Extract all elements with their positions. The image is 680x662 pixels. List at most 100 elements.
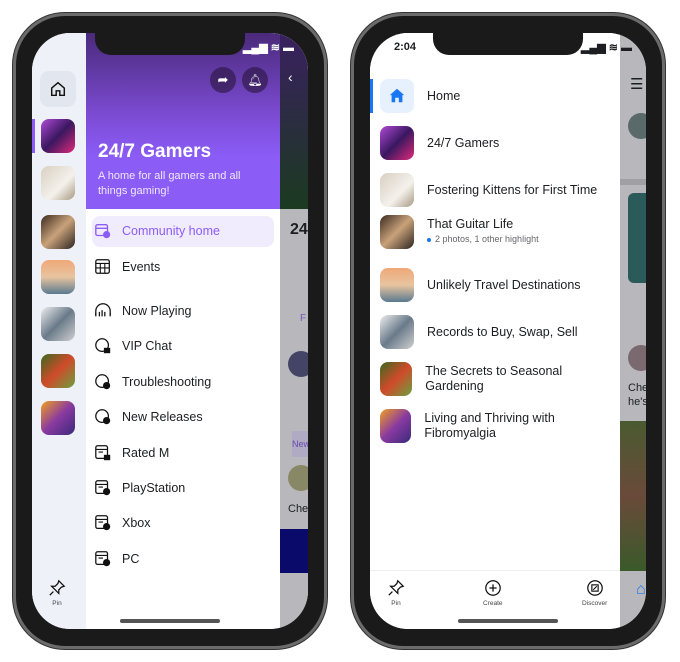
- menu-item-label: Troubleshooting: [122, 375, 212, 389]
- community-item[interactable]: Records to Buy, Swap, Sell: [380, 315, 614, 349]
- calendar-icon: [95, 259, 110, 274]
- community-thumb[interactable]: [41, 354, 75, 388]
- chat-globe-icon: [95, 374, 111, 390]
- forum-globe-icon: [95, 515, 111, 531]
- community-name: That Guitar Life: [427, 217, 514, 231]
- peek-tag: F: [300, 313, 307, 324]
- community-drawer: ➦ 🔔︎ 24/7 Gamers A home for all gamers a…: [86, 33, 280, 629]
- community-name: Fostering Kittens for First Time: [427, 182, 598, 197]
- peek-title: 24: [290, 221, 308, 238]
- menu-item-xbox[interactable]: Xbox: [94, 508, 151, 538]
- community-name: Unlikely Travel Destinations: [427, 277, 581, 292]
- community-thumb: [380, 362, 413, 396]
- tab-label: Create: [483, 600, 503, 607]
- tab-create[interactable]: Create: [483, 579, 503, 607]
- menu-icon[interactable]: ☰: [630, 75, 643, 93]
- community-activity: 2 photos, 1 other highlight: [427, 232, 539, 247]
- tab-pin[interactable]: Pin: [387, 579, 405, 607]
- menu-item-rated-m[interactable]: Rated M: [94, 438, 169, 468]
- home-button: [380, 79, 414, 113]
- menu-item-troubleshooting[interactable]: Troubleshooting: [94, 367, 211, 397]
- menu-item-events[interactable]: Events: [94, 252, 160, 282]
- notch: [433, 33, 583, 55]
- menu-item-community-home[interactable]: Community home: [94, 216, 220, 246]
- community-thumb[interactable]: [41, 215, 75, 249]
- community-thumb: [380, 126, 414, 160]
- menu-item-label: PlayStation: [122, 481, 186, 495]
- community-thumb[interactable]: [41, 166, 75, 200]
- pin-tab[interactable]: Pin: [48, 579, 66, 607]
- menu-item-label: PC: [122, 552, 140, 566]
- peek-section: New: [292, 431, 308, 457]
- status-time: 2:04: [394, 41, 417, 53]
- audio-channel-icon: [95, 303, 111, 317]
- peek-comment: Che he's: [628, 382, 646, 408]
- pin-icon: [388, 579, 405, 596]
- community-name: Living and Thriving with Fibromyalgia: [424, 411, 555, 440]
- menu-item-pc[interactable]: PC: [94, 544, 139, 574]
- community-thumb[interactable]: [41, 260, 75, 294]
- community-thumb: [380, 173, 414, 207]
- community-name: Home: [427, 88, 461, 103]
- community-home-icon: [95, 224, 111, 239]
- notch: [95, 33, 245, 55]
- tab-label: Discover: [582, 600, 608, 607]
- right-phone: 2:04 ▂▄▆ ≋ ▬ ☰ Che he's ⌂ Home 24/7 Gamer…: [351, 13, 665, 649]
- community-rail: Pin: [32, 33, 86, 629]
- menu-item-label: Community home: [122, 224, 220, 238]
- community-name: Records to Buy, Swap, Sell: [427, 324, 578, 339]
- share-button[interactable]: ➦: [210, 67, 236, 93]
- home-tab-icon[interactable]: ⌂: [636, 581, 646, 599]
- menu-item-vip-chat[interactable]: VIP Chat: [94, 331, 172, 361]
- menu-item-label: Rated M: [122, 446, 170, 460]
- pin-icon: [49, 579, 66, 596]
- community-item[interactable]: That Guitar Life 2 photos, 1 other highli…: [380, 215, 614, 249]
- status-icons: ▂▄▆ ≋ ▬: [580, 42, 632, 54]
- chat-globe-icon: [95, 409, 111, 425]
- home-button[interactable]: [40, 71, 76, 107]
- community-item[interactable]: Unlikely Travel Destinations: [380, 268, 614, 302]
- community-title: 24/7 Gamers: [98, 141, 212, 162]
- menu-item-now-playing[interactable]: Now Playing: [94, 296, 191, 326]
- home-icon: [389, 88, 405, 103]
- background-feed: ‹ 24 F New Che: [280, 33, 308, 629]
- forum-lock-icon: [95, 445, 111, 461]
- community-item[interactable]: The Secrets to Seasonal Gardening: [380, 362, 614, 396]
- discover-icon: [586, 580, 603, 596]
- menu-item-label: VIP Chat: [122, 339, 172, 353]
- community-thumb: [380, 268, 414, 302]
- community-description: A home for all gamers and all things gam…: [98, 170, 241, 197]
- community-item[interactable]: Living and Thriving with Fibromyalgia: [380, 409, 614, 443]
- home-indicator: [120, 619, 220, 623]
- menu-item-label: Now Playing: [122, 304, 192, 318]
- back-icon[interactable]: ‹: [288, 69, 293, 85]
- community-thumb[interactable]: [41, 401, 75, 435]
- community-item[interactable]: Fostering Kittens for First Time: [380, 173, 614, 207]
- community-thumb[interactable]: [41, 119, 75, 153]
- forum-globe-icon: [95, 480, 111, 496]
- community-item[interactable]: Home: [380, 79, 614, 113]
- home-icon: [50, 81, 66, 97]
- menu-item-new-releases[interactable]: New Releases: [94, 402, 203, 432]
- tab-discover[interactable]: Discover: [582, 579, 607, 607]
- menu-item-label: Xbox: [122, 516, 151, 530]
- community-header: ➦ 🔔︎ 24/7 Gamers A home for all gamers a…: [86, 33, 280, 209]
- peek-comment: Che: [288, 503, 308, 515]
- menu-item-label: Events: [122, 260, 161, 274]
- forum-globe-icon: [95, 551, 111, 567]
- pin-label: Pin: [52, 600, 62, 607]
- left-phone: ▂▄▆ ≋ ▬ ‹ 24 F New Che Pin ➦ 🔔︎ 24/7 Gam…: [13, 13, 327, 649]
- status-icons: ▂▄▆ ≋ ▬: [242, 42, 294, 54]
- left-screen: ▂▄▆ ≋ ▬ ‹ 24 F New Che Pin ➦ 🔔︎ 24/7 Gam…: [32, 33, 308, 629]
- chat-lock-icon: [95, 338, 111, 354]
- bell-button[interactable]: 🔔︎: [242, 67, 268, 93]
- community-item[interactable]: 24/7 Gamers: [380, 126, 614, 160]
- community-thumb[interactable]: [41, 307, 75, 341]
- menu-item-playstation[interactable]: PlayStation: [94, 473, 185, 503]
- background-feed: ☰ Che he's ⌂: [620, 33, 646, 629]
- menu-item-label: New Releases: [122, 410, 203, 424]
- tab-label: Pin: [391, 600, 401, 607]
- community-name: 24/7 Gamers: [427, 135, 500, 150]
- community-name: The Secrets to Seasonal Gardening: [425, 364, 563, 393]
- community-thumb: [380, 215, 414, 249]
